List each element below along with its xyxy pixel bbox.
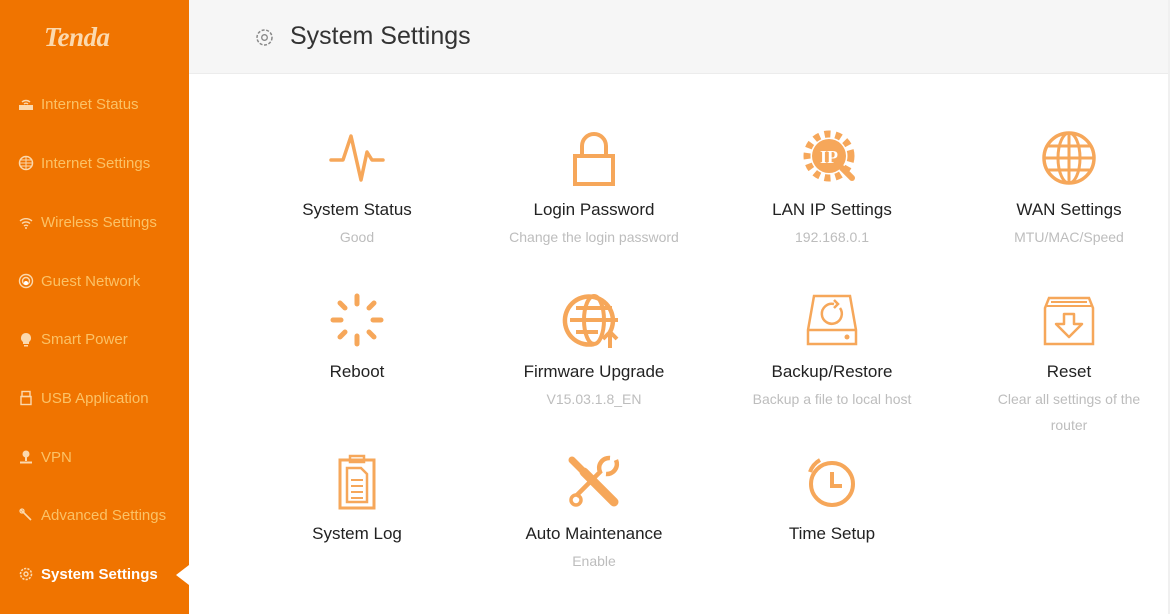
- sidebar-item-system-settings[interactable]: System Settings: [18, 562, 158, 586]
- tile-time-setup[interactable]: Time Setup: [722, 452, 942, 548]
- vpn-icon: [18, 449, 34, 465]
- active-indicator: [176, 565, 189, 585]
- gear-icon: [254, 27, 275, 48]
- tile-name: Backup/Restore: [771, 362, 893, 381]
- tile-name: Auto Maintenance: [525, 524, 663, 543]
- tile-desc: Enable: [572, 553, 616, 569]
- gear-icon: [18, 566, 34, 582]
- tile-desc: Clear all settings of the router: [997, 391, 1141, 433]
- sidebar-item-internet-settings[interactable]: Internet Settings: [18, 151, 150, 175]
- tile-login-password[interactable]: Login Password Change the login password: [484, 128, 704, 250]
- tile-wan-settings[interactable]: WAN Settings MTU/MAC/Speed: [959, 128, 1170, 250]
- globe-icon: [18, 155, 34, 171]
- tile-lan-ip-settings[interactable]: IP LAN IP Settings 192.168.0.1: [722, 128, 942, 250]
- wrench-icon: [18, 507, 34, 523]
- sidebar-item-usb-application[interactable]: USB Application: [18, 386, 149, 410]
- tile-firmware-upgrade[interactable]: Firmware Upgrade V15.03.1.8_EN: [484, 290, 704, 412]
- sidebar-item-internet-status[interactable]: Internet Status: [18, 92, 139, 116]
- sidebar-item-label: System Settings: [41, 565, 158, 583]
- sidebar-item-guest-network[interactable]: Guest Network: [18, 269, 140, 293]
- tile-system-log[interactable]: System Log: [247, 452, 467, 548]
- tile-name: LAN IP Settings: [772, 200, 892, 219]
- tile-name: Reset: [1046, 362, 1092, 381]
- tile-name: WAN Settings: [1016, 200, 1122, 219]
- sidebar-item-label: Smart Power: [41, 330, 128, 348]
- sidebar-item-label: USB Application: [41, 389, 149, 407]
- clipboard-icon: [338, 454, 376, 510]
- sidebar-item-wireless-settings[interactable]: Wireless Settings: [18, 210, 157, 234]
- sidebar-item-smart-power[interactable]: Smart Power: [18, 327, 128, 351]
- box-download-icon: [1043, 296, 1095, 346]
- tile-reset[interactable]: Reset Clear all settings of the router: [959, 290, 1170, 438]
- sidebar-item-vpn[interactable]: VPN: [18, 445, 72, 469]
- tile-desc: Good: [339, 229, 375, 245]
- tile-name: System Status: [302, 200, 412, 219]
- sidebar-item-label: Internet Status: [41, 95, 139, 113]
- tile-desc: 192.168.0.1: [795, 229, 869, 245]
- tools-icon: [568, 455, 620, 507]
- tile-name: Login Password: [533, 200, 655, 219]
- page-header: System Settings: [189, 0, 1168, 74]
- sidebar-item-label: Wireless Settings: [41, 213, 157, 231]
- router-icon: [18, 96, 34, 112]
- guest-network-icon: [18, 273, 34, 289]
- usb-icon: [18, 390, 34, 406]
- lock-icon: [573, 132, 615, 186]
- tile-name: Firmware Upgrade: [523, 362, 665, 381]
- globe-upload-icon: [562, 294, 619, 348]
- tile-desc: Change the login password: [509, 229, 679, 245]
- page-title: System Settings: [290, 22, 471, 50]
- disk-restore-icon: [806, 294, 858, 346]
- sidebar-item-advanced-settings[interactable]: Advanced Settings: [18, 503, 166, 527]
- tile-backup-restore[interactable]: Backup/Restore Backup a file to local ho…: [722, 290, 942, 412]
- tile-reboot[interactable]: Reboot: [247, 290, 467, 386]
- clock-icon: [808, 458, 855, 507]
- sidebar-item-label: Advanced Settings: [41, 506, 167, 524]
- tile-desc: V15.03.1.8_EN: [546, 391, 642, 407]
- tile-desc: Backup a file to local host: [752, 391, 912, 407]
- tile-name: Reboot: [329, 362, 385, 381]
- sidebar-item-label: Guest Network: [41, 272, 141, 290]
- pulse-icon: [329, 134, 385, 182]
- tile-auto-maintenance[interactable]: Auto Maintenance Enable: [484, 452, 704, 574]
- tile-desc: MTU/MAC/Speed: [1014, 229, 1124, 245]
- bulb-icon: [18, 331, 34, 347]
- tile-name: System Log: [312, 524, 402, 543]
- sidebar-item-label: Internet Settings: [41, 154, 151, 172]
- ip-gear-icon: IP: [803, 130, 855, 182]
- globe-icon: [1042, 131, 1096, 185]
- spinner-icon: [330, 293, 384, 347]
- svg-text:IP: IP: [820, 147, 838, 167]
- tile-name: Time Setup: [788, 524, 876, 543]
- wifi-icon: [18, 214, 34, 230]
- sidebar-item-label: VPN: [41, 448, 72, 466]
- sidebar: Tenda Internet Status Internet Settings …: [0, 0, 189, 614]
- tenda-logo: Tenda: [44, 22, 110, 52]
- tile-system-status[interactable]: System Status Good: [247, 128, 467, 250]
